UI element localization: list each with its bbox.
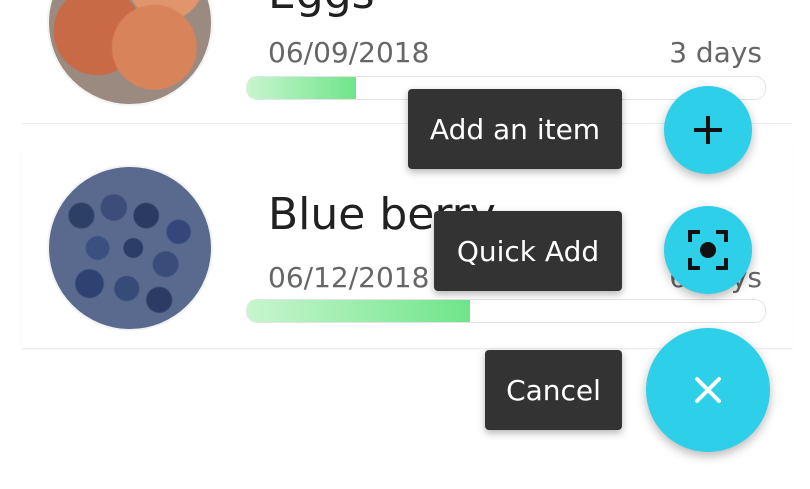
quick-add-button[interactable] [664,206,752,294]
scan-icon [688,230,728,270]
cancel-label[interactable]: Cancel [485,350,622,430]
plus-icon [694,116,722,144]
quick-add-label[interactable]: Quick Add [434,211,622,291]
cancel-button[interactable] [646,328,770,452]
add-item-label[interactable]: Add an item [408,89,622,169]
add-item-button[interactable] [664,86,752,174]
food-list-screen: Eggs 06/09/2018 3 days Blue berry 06/12/… [0,0,810,489]
close-icon [695,377,721,403]
